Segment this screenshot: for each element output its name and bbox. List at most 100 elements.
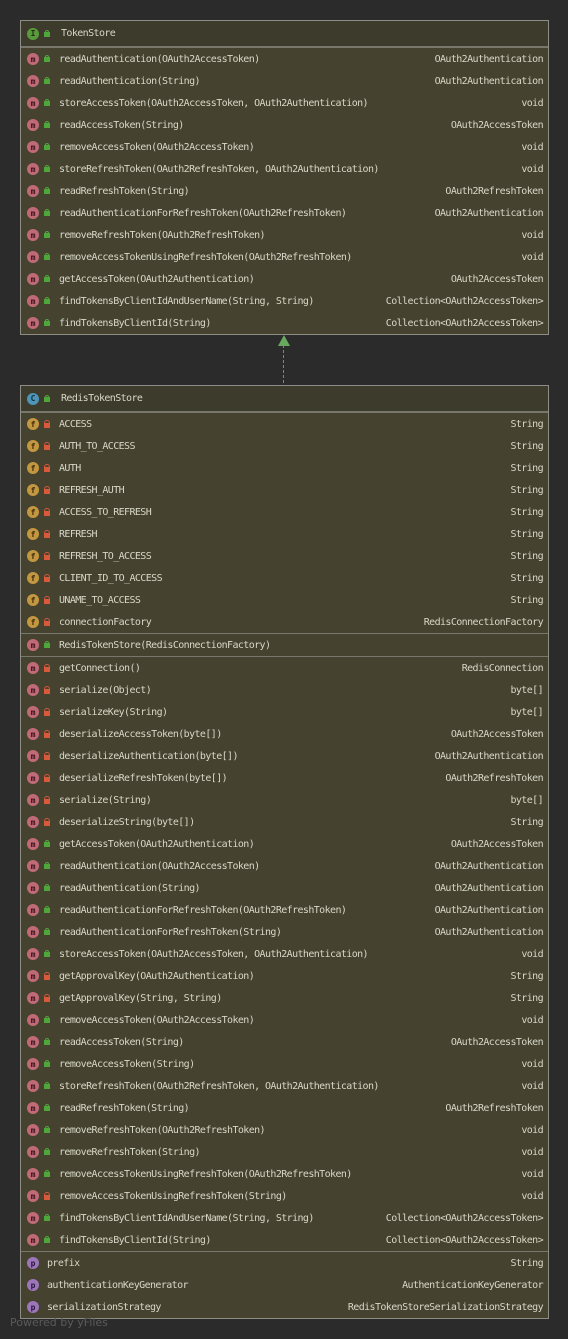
field-row[interactable]: f UNAME_TO_ACCESS String xyxy=(21,589,548,611)
method-icon: m xyxy=(27,772,39,784)
member-type: void xyxy=(521,229,543,241)
method-row[interactable]: m deserializeRefreshToken(byte[]) OAuth2Re… xyxy=(21,767,548,789)
method-icon: m xyxy=(27,882,39,894)
method-row[interactable]: m readAuthentication(OAuth2AccessToken) OA… xyxy=(21,855,548,877)
member-type: void xyxy=(521,97,543,109)
public-lock-icon xyxy=(43,1126,51,1134)
member-name: REFRESH_TO_ACCESS xyxy=(59,550,152,562)
method-row[interactable]: m findTokensByClientIdAndUserName(String,… xyxy=(21,1207,548,1229)
method-row[interactable]: m readRefreshToken(String) OAuth2RefreshTo… xyxy=(21,180,548,202)
member-type: OAuth2Authentication xyxy=(434,750,544,762)
private-lock-icon xyxy=(43,486,51,494)
method-row[interactable]: m storeAccessToken(OAuth2AccessToken, OAu… xyxy=(21,92,548,114)
method-row[interactable]: m readAccessToken(String) OAuth2AccessToke… xyxy=(21,1031,548,1053)
implements-arrowhead xyxy=(278,335,290,346)
constructor-row[interactable]: m RedisTokenStore(RedisConnectionFactory… xyxy=(21,634,548,656)
method-row[interactable]: m removeAccessTokenUsingRefreshToken(Stri… xyxy=(21,1185,548,1207)
method-row[interactable]: m findTokensByClientId(String) Collection<… xyxy=(21,312,548,334)
method-icon: m xyxy=(27,1102,39,1114)
property-row[interactable]: p authenticationKeyGenerator Authenticatio… xyxy=(21,1274,548,1296)
method-row[interactable]: m readAuthenticationForRefreshToken(OAuth… xyxy=(21,899,548,921)
method-row[interactable]: m storeAccessToken(OAuth2AccessToken, OAu… xyxy=(21,943,548,965)
private-lock-icon xyxy=(43,464,51,472)
method-icon: m xyxy=(27,97,39,109)
private-lock-icon xyxy=(43,708,51,716)
member-type: String xyxy=(510,462,543,474)
member-type: RedisConnectionFactory xyxy=(423,616,544,628)
method-icon: m xyxy=(27,904,39,916)
method-row[interactable]: m getAccessToken(OAuth2Authentication) OAu… xyxy=(21,268,548,290)
method-icon: m xyxy=(27,163,39,175)
field-row[interactable]: f connectionFactory RedisConnectionFactory xyxy=(21,611,548,633)
property-row[interactable]: p prefix String xyxy=(21,1252,548,1274)
method-row[interactable]: m readAccessToken(String) OAuth2AccessToke… xyxy=(21,114,548,136)
method-row[interactable]: m removeRefreshToken(OAuth2RefreshToken) v… xyxy=(21,224,548,246)
method-row[interactable]: m deserializeAuthentication(byte[]) OAuth2… xyxy=(21,745,548,767)
field-row[interactable]: f ACCESS_TO_REFRESH String xyxy=(21,501,548,523)
member-name: prefix xyxy=(47,1257,80,1269)
field-row[interactable]: f REFRESH_AUTH String xyxy=(21,479,548,501)
field-row[interactable]: f REFRESH String xyxy=(21,523,548,545)
field-icon: f xyxy=(27,440,39,452)
member-name: getApprovalKey(String, String) xyxy=(59,992,222,1004)
method-icon: m xyxy=(27,1146,39,1158)
method-row[interactable]: m getConnection() RedisConnection xyxy=(21,657,548,679)
method-row[interactable]: m getAccessToken(OAuth2Authentication) OAu… xyxy=(21,833,548,855)
public-lock-icon xyxy=(43,187,51,195)
method-row[interactable]: m readAuthentication(String) OAuth2Authent… xyxy=(21,877,548,899)
method-row[interactable]: m getApprovalKey(OAuth2Authentication) Str… xyxy=(21,965,548,987)
token-store-title: TokenStore xyxy=(61,28,116,39)
method-row[interactable]: m readAuthenticationForRefreshToken(OAuth… xyxy=(21,202,548,224)
member-name: removeAccessToken(OAuth2AccessToken) xyxy=(59,1014,255,1026)
method-row[interactable]: m readAuthentication(String) OAuth2Authent… xyxy=(21,70,548,92)
method-row[interactable]: m removeAccessToken(OAuth2AccessToken) voi… xyxy=(21,1009,548,1031)
method-row[interactable]: m removeAccessToken(String) void xyxy=(21,1053,548,1075)
method-row[interactable]: m removeRefreshToken(OAuth2RefreshToken) v… xyxy=(21,1119,548,1141)
member-type: String xyxy=(510,484,543,496)
member-type: Collection<OAuth2AccessToken> xyxy=(385,295,544,307)
public-lock-icon xyxy=(43,1170,51,1178)
property-row[interactable]: p serializationStrategy RedisTokenStoreSer… xyxy=(21,1296,548,1318)
method-icon: m xyxy=(27,295,39,307)
method-row[interactable]: m getApprovalKey(String, String) String xyxy=(21,987,548,1009)
method-row[interactable]: m readAuthenticationForRefreshToken(Strin… xyxy=(21,921,548,943)
method-icon: m xyxy=(27,53,39,65)
member-name: readAuthenticationForRefreshToken(OAuth2… xyxy=(59,207,347,219)
field-row[interactable]: f ACCESS String xyxy=(21,413,548,435)
field-row[interactable]: f CLIENT_ID_TO_ACCESS String xyxy=(21,567,548,589)
member-name: findTokensByClientId(String) xyxy=(59,317,211,329)
member-type: OAuth2Authentication xyxy=(434,904,544,916)
redis-token-store-class[interactable]: C RedisTokenStore f ACCESS String f AUTH_TO_… xyxy=(20,385,549,1319)
public-lock-icon xyxy=(43,641,51,649)
fields-section: f ACCESS String f AUTH_TO_ACCESS String f AUTH S… xyxy=(21,412,548,633)
method-row[interactable]: m readRefreshToken(String) OAuth2RefreshTo… xyxy=(21,1097,548,1119)
method-row[interactable]: m serializeKey(String) byte[] xyxy=(21,701,548,723)
public-lock-icon xyxy=(43,55,51,63)
private-lock-icon xyxy=(43,420,51,428)
private-lock-icon xyxy=(43,1192,51,1200)
field-row[interactable]: f AUTH_TO_ACCESS String xyxy=(21,435,548,457)
method-row[interactable]: m readAuthentication(OAuth2AccessToken) OA… xyxy=(21,48,548,70)
token-store-interface[interactable]: I TokenStore m readAuthentication(OAuth2A… xyxy=(20,20,549,335)
member-name: findTokensByClientIdAndUserName(String, … xyxy=(59,1212,314,1224)
method-row[interactable]: m deserializeString(byte[]) String xyxy=(21,811,548,833)
method-row[interactable]: m removeAccessTokenUsingRefreshToken(OAut… xyxy=(21,246,548,268)
member-name: readAccessToken(String) xyxy=(59,119,184,131)
footer-credit: Powered by yFiles xyxy=(10,1316,108,1329)
member-type: String xyxy=(510,550,543,562)
method-row[interactable]: m deserializeAccessToken(byte[]) OAuth2Acc… xyxy=(21,723,548,745)
method-row[interactable]: m serialize(Object) byte[] xyxy=(21,679,548,701)
field-row[interactable]: f REFRESH_TO_ACCESS String xyxy=(21,545,548,567)
method-row[interactable]: m findTokensByClientIdAndUserName(String,… xyxy=(21,290,548,312)
method-row[interactable]: m serialize(String) byte[] xyxy=(21,789,548,811)
method-row[interactable]: m removeAccessTokenUsingRefreshToken(OAut… xyxy=(21,1163,548,1185)
method-row[interactable]: m storeRefreshToken(OAuth2RefreshToken, O… xyxy=(21,1075,548,1097)
public-lock-icon xyxy=(43,1060,51,1068)
method-row[interactable]: m removeRefreshToken(String) void xyxy=(21,1141,548,1163)
method-row[interactable]: m findTokensByClientId(String) Collection<… xyxy=(21,1229,548,1251)
method-row[interactable]: m storeRefreshToken(OAuth2RefreshToken, O… xyxy=(21,158,548,180)
field-icon: f xyxy=(27,484,39,496)
private-lock-icon xyxy=(43,972,51,980)
field-row[interactable]: f AUTH String xyxy=(21,457,548,479)
method-row[interactable]: m removeAccessToken(OAuth2AccessToken) voi… xyxy=(21,136,548,158)
